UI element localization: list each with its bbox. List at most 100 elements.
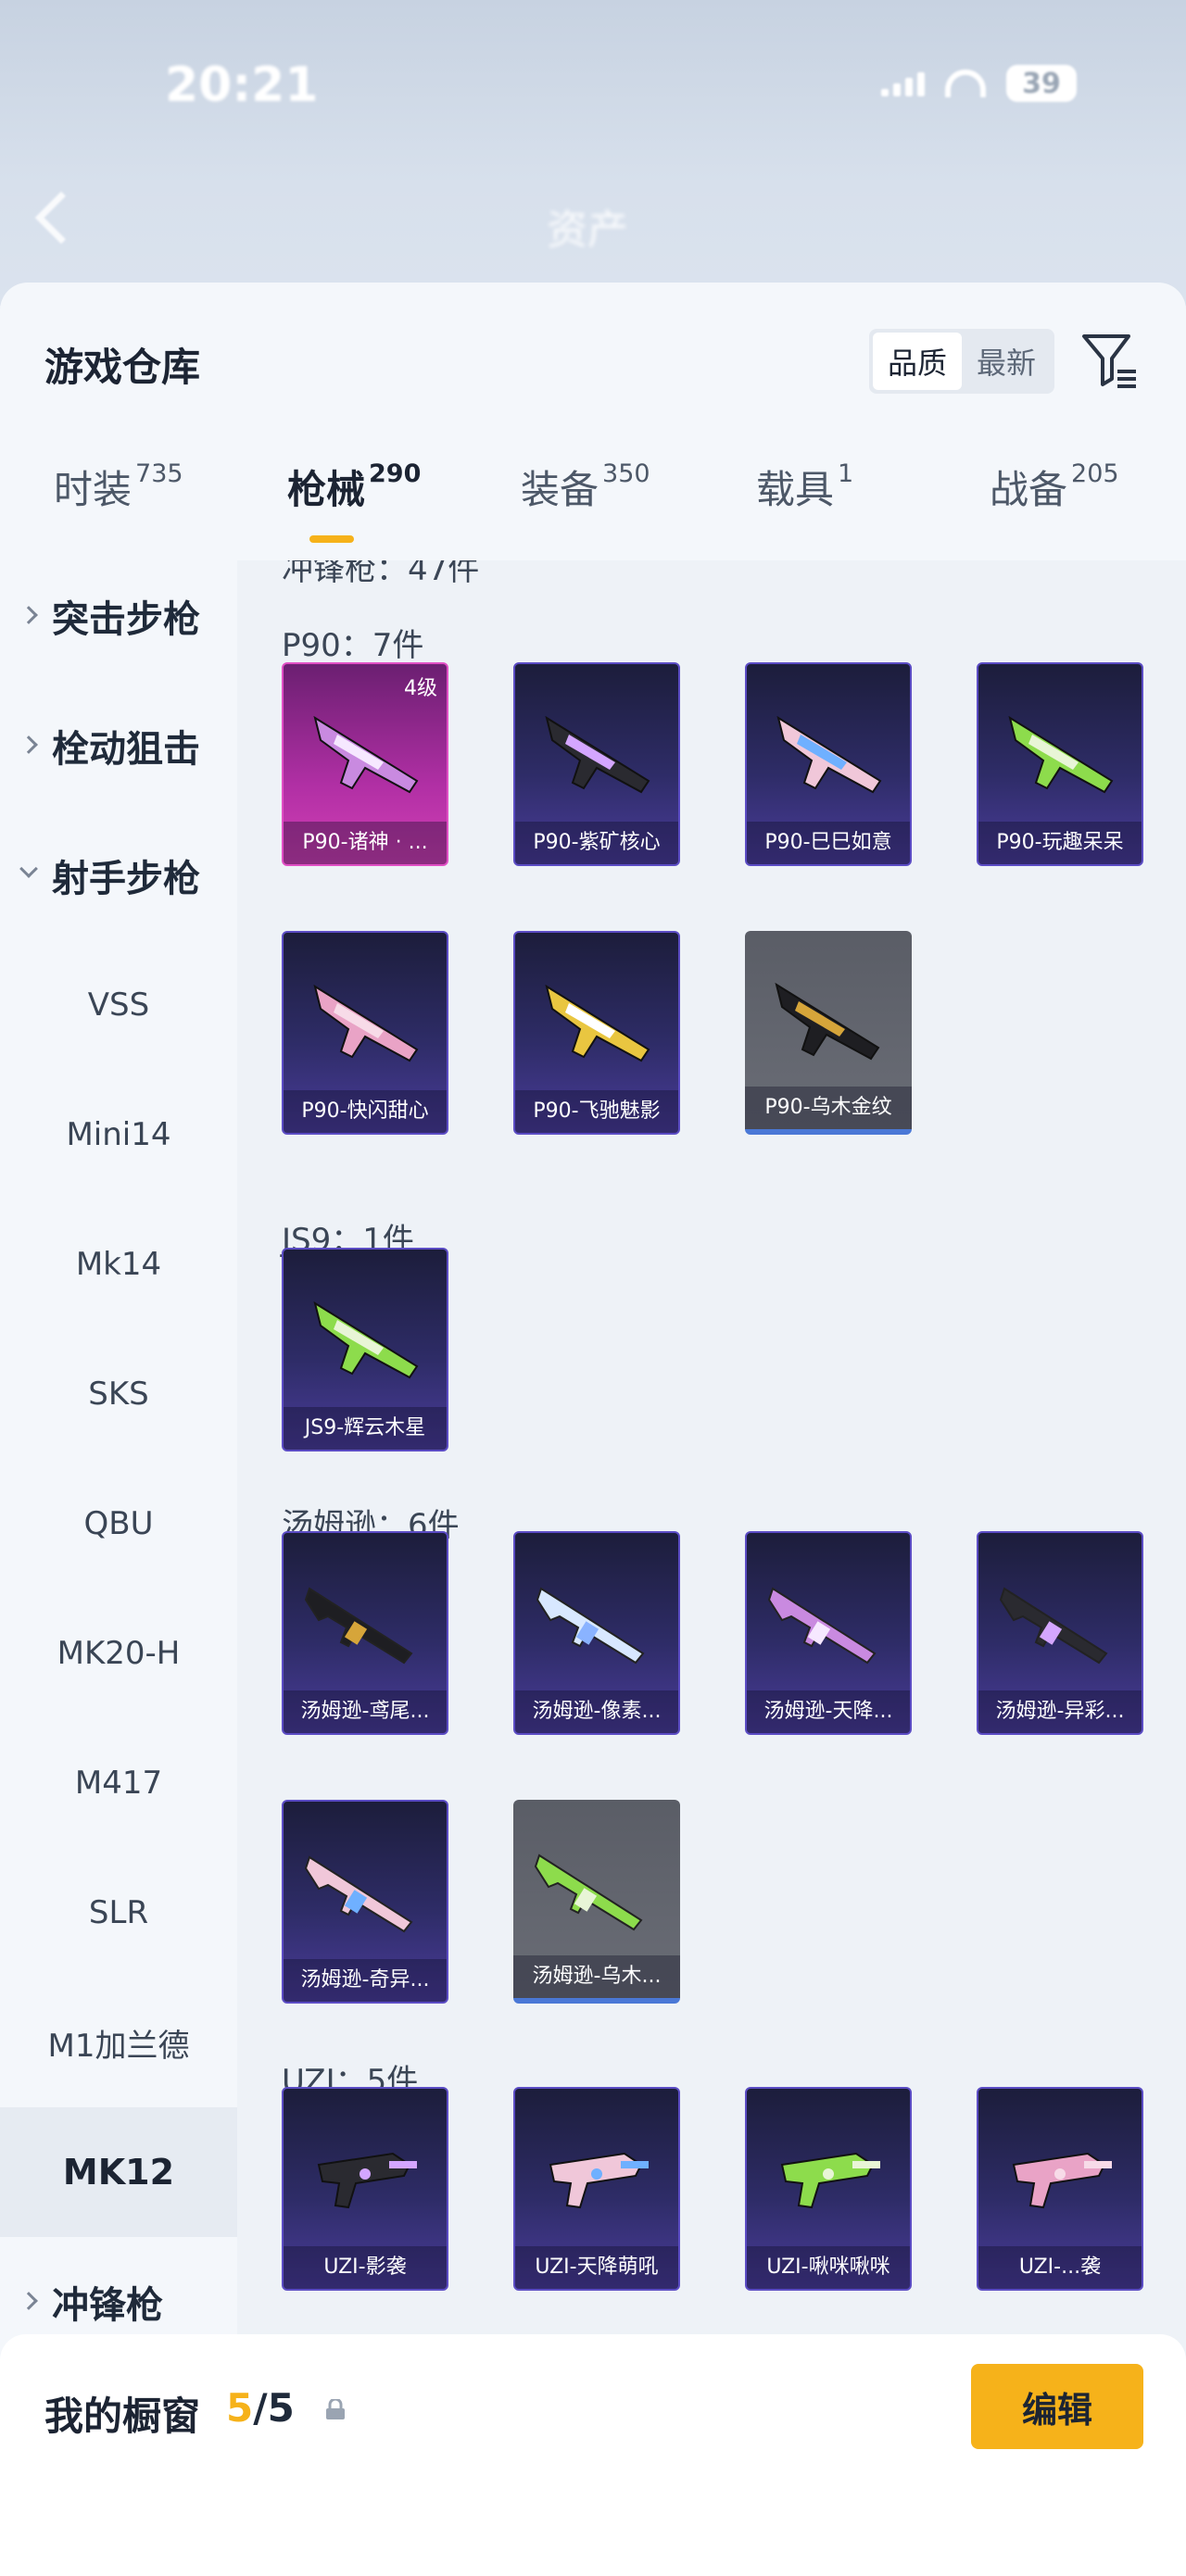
tab-underline <box>309 535 354 543</box>
chevron-down-icon <box>19 860 38 878</box>
tab-gear[interactable]: 战备 205 <box>990 459 1119 515</box>
level-badge: 4级 <box>404 677 437 700</box>
item-name: P90-玩趣呆呆 <box>978 822 1142 864</box>
tab-fashion[interactable]: 时装 735 <box>54 459 183 515</box>
gun-icon <box>313 715 419 794</box>
item-card[interactable]: 汤姆逊-异彩... <box>977 1531 1143 1735</box>
status-icons: 39 <box>881 65 1077 102</box>
item-card[interactable]: UZI-...袭 <box>977 2087 1143 2291</box>
items-grid: 冲锋枪：47件 P90：7件 4级 P90-诸神 · ... P90-紫矿核心 P… <box>237 560 1186 2576</box>
header-title: 资产 <box>547 207 628 254</box>
item-name: P90-诸神 · ... <box>284 822 447 864</box>
item-card[interactable]: 汤姆逊-像素... <box>513 1531 680 1735</box>
gun-icon <box>534 1853 643 1931</box>
sidebar-item-label: SKS <box>88 1376 149 1413</box>
gun-icon <box>545 984 650 1062</box>
item-card[interactable]: P90-玩趣呆呆 <box>977 662 1143 866</box>
item-name: 汤姆逊-乌木... <box>513 1955 680 1998</box>
gun-icon <box>536 1587 645 1665</box>
sidebar-item-label: VSS <box>87 986 150 1024</box>
sidebar-item-label: SLR <box>88 1894 149 1931</box>
gun-icon <box>545 715 650 794</box>
item-name: P90-紫矿核心 <box>515 822 678 864</box>
item-card[interactable]: 4级 P90-诸神 · ... <box>282 662 448 866</box>
sidebar-item[interactable]: 栓动狙击 <box>0 681 237 810</box>
sidebar-item[interactable]: SKS <box>0 1329 237 1459</box>
chevron-right-icon <box>19 735 38 754</box>
gun-icon <box>304 1587 413 1665</box>
sort-quality-button[interactable]: 品质 <box>873 333 962 390</box>
gun-icon <box>304 1855 413 1933</box>
sidebar-item[interactable]: MK12 <box>0 2107 237 2237</box>
chevron-right-icon <box>19 2292 38 2310</box>
item-name: UZI-天降萌吼 <box>515 2246 678 2289</box>
showcase-bar: 我的橱窗 5/5 编辑 <box>0 2334 1186 2576</box>
item-card[interactable]: 汤姆逊-天降... <box>745 1531 912 1735</box>
item-name: P90-巳巳如意 <box>747 822 910 864</box>
gun-icon <box>776 715 882 794</box>
item-card[interactable]: 汤姆逊-乌木... <box>513 1800 680 2004</box>
item-card[interactable]: UZI-天降萌吼 <box>513 2087 680 2291</box>
item-card[interactable]: UZI-啾咪啾咪 <box>745 2087 912 2291</box>
sidebar-item[interactable]: Mini14 <box>0 1070 237 1200</box>
item-card[interactable]: P90-飞驰魅影 <box>513 931 680 1135</box>
gun-icon <box>999 1587 1108 1665</box>
filter-icon[interactable] <box>1080 331 1140 392</box>
item-card[interactable]: P90-巳巳如意 <box>745 662 912 866</box>
sidebar-item[interactable]: 射手步枪 <box>0 810 237 940</box>
status-time: 20:21 <box>165 57 319 113</box>
sidebar-item[interactable]: M1加兰德 <box>0 1978 237 2107</box>
battery-icon: 39 <box>1006 65 1077 102</box>
sidebar-item[interactable]: Mk14 <box>0 1200 237 1329</box>
chevron-right-icon <box>19 606 38 624</box>
gun-icon <box>1012 2152 1112 2209</box>
gun-icon <box>313 984 419 1062</box>
wifi-icon <box>945 69 986 97</box>
sidebar-item-label: QBU <box>83 1505 154 1542</box>
item-name: UZI-啾咪啾咪 <box>747 2246 910 2289</box>
sidebar-item-label: 射手步枪 <box>52 858 200 900</box>
item-name: 汤姆逊-异彩... <box>978 1690 1142 1733</box>
item-name: JS9-辉云木星 <box>284 1407 447 1450</box>
sidebar-item[interactable]: M417 <box>0 1718 237 1848</box>
item-card[interactable]: P90-乌木金纹 <box>745 931 912 1135</box>
item-name: P90-快闪甜心 <box>284 1090 447 1133</box>
item-name: UZI-...袭 <box>978 2246 1142 2289</box>
item-name: 汤姆逊-奇异... <box>284 1959 447 2002</box>
sidebar-item[interactable]: VSS <box>0 940 237 1070</box>
showcase-title: 我的橱窗 <box>44 2394 201 2439</box>
sidebar-item[interactable]: QBU <box>0 1459 237 1589</box>
item-card[interactable]: JS9-辉云木星 <box>282 1248 448 1451</box>
sort-latest-button[interactable]: 最新 <box>962 333 1051 390</box>
tab-equipment[interactable]: 装备 350 <box>521 459 650 515</box>
sidebar-item[interactable]: SLR <box>0 1848 237 1978</box>
item-name: 汤姆逊-鸢尾... <box>284 1690 447 1733</box>
edit-button[interactable]: 编辑 <box>971 2364 1143 2449</box>
item-name: P90-飞驰魅影 <box>515 1090 678 1133</box>
sidebar-item-label: Mini14 <box>66 1116 171 1153</box>
sidebar-item[interactable]: MK20-H <box>0 1589 237 1718</box>
sidebar-item[interactable]: 突击步枪 <box>0 551 237 681</box>
item-card[interactable]: UZI-影袭 <box>282 2087 448 2291</box>
section-header: P90：7件 <box>282 627 424 664</box>
gun-icon <box>317 2152 417 2209</box>
warehouse-panel: 游戏仓库 品质 最新 时装 735 枪械 290 装备 350 载具 1 战备 205 突… <box>0 283 1186 2576</box>
sidebar-item-label: 突击步枪 <box>52 598 200 641</box>
item-card[interactable]: P90-快闪甜心 <box>282 931 448 1135</box>
back-arrow-icon[interactable] <box>34 191 88 245</box>
gun-icon <box>549 2152 649 2209</box>
item-name: P90-乌木金纹 <box>745 1087 912 1129</box>
item-card[interactable]: P90-紫矿核心 <box>513 662 680 866</box>
sidebar-item-label: Mk14 <box>75 1246 162 1283</box>
sort-toggle: 品质 最新 <box>869 329 1054 394</box>
lock-icon <box>326 2399 345 2419</box>
section-header-partial: 冲锋枪：47件 <box>282 560 480 588</box>
item-card[interactable]: 汤姆逊-奇异... <box>282 1800 448 2004</box>
sidebar-item-label: 冲锋枪 <box>52 2284 163 2327</box>
tab-vehicles[interactable]: 载具 1 <box>756 459 853 515</box>
signal-icon <box>881 70 925 96</box>
tab-guns[interactable]: 枪械 290 <box>287 459 421 543</box>
item-card[interactable]: 汤姆逊-鸢尾... <box>282 1531 448 1735</box>
gun-icon <box>1008 715 1114 794</box>
sidebar-item-label: M417 <box>74 1765 163 1802</box>
